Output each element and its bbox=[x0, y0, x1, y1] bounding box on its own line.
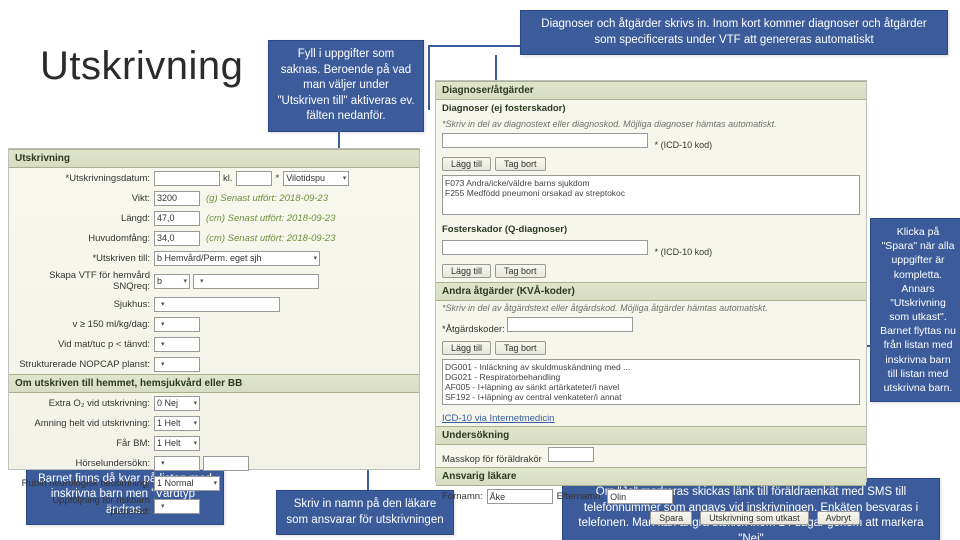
label-sjukhus: Sjukhus: bbox=[15, 299, 154, 310]
label-extra-o2: Extra O₂ vid utskrivning: bbox=[15, 398, 154, 409]
note-vikt: (g) Senast utfört: 2018-09-23 bbox=[206, 193, 328, 204]
select-vidmat[interactable] bbox=[154, 337, 200, 352]
undersokning-header: Undersökning bbox=[436, 426, 866, 445]
foster-header: Fosterskador (Q-diagnoser) bbox=[436, 221, 866, 238]
tag-bort-btn-1[interactable]: Tag bort bbox=[495, 157, 546, 171]
icd10-link[interactable]: ICD-10 via Internetmedicin bbox=[436, 411, 866, 426]
input-utsk-datum[interactable] bbox=[154, 171, 220, 186]
input-foster[interactable] bbox=[442, 240, 648, 255]
input-horsel-date[interactable] bbox=[203, 456, 249, 471]
label-nopcap: Strukturerade NOPCAP planst: bbox=[15, 359, 154, 370]
input-huvud[interactable]: 34,0 bbox=[154, 231, 200, 246]
label-langd: Längd: bbox=[15, 213, 154, 224]
atgard-list[interactable]: DG001 - Inläckning av skuldmuskändning m… bbox=[442, 359, 860, 405]
select-sjukhus[interactable] bbox=[154, 297, 280, 312]
masskop-lbl: Masskop för föräldrakör bbox=[442, 454, 542, 465]
page-title: Utskrivning bbox=[40, 44, 243, 89]
atgard-lbl: *Åtgärdskoder: bbox=[442, 324, 505, 335]
note-langd: (cm) Senast utfört: 2018-09-23 bbox=[206, 213, 335, 224]
diag-note: *Skriv in del av diagnostext eller diagn… bbox=[436, 117, 866, 131]
select-rubin[interactable]: 1 Normal bbox=[154, 476, 220, 491]
diag-ej-foster-header: Diagnoser (ej fosterskador) bbox=[436, 100, 866, 117]
fornamn-lbl: Förnamn: bbox=[442, 491, 483, 502]
input-diagnos[interactable] bbox=[442, 133, 648, 148]
diagnos-list-1[interactable]: F073 Andra/icke/väldre barns sjukdom F25… bbox=[442, 175, 860, 215]
select-horsel[interactable] bbox=[154, 456, 200, 471]
lagg-till-btn-3[interactable]: Lägg till bbox=[442, 341, 491, 355]
select-inskr-orsak[interactable] bbox=[193, 274, 319, 289]
label-skapa: Skapa VTF för hemvård SNQreq: bbox=[15, 270, 154, 292]
input-fornamn[interactable]: Åke bbox=[487, 489, 553, 504]
input-efternamn[interactable]: Olin bbox=[607, 489, 673, 504]
select-utskriven[interactable]: b Hemvård/Perm. eget sjh bbox=[154, 251, 320, 266]
utkast-button[interactable]: Utskrivning som utkast bbox=[700, 511, 809, 525]
spara-button[interactable]: Spara bbox=[650, 511, 692, 525]
input-utsk-time[interactable] bbox=[236, 171, 272, 186]
diagnoser-panel: Diagnoser/åtgärder Diagnoser (ej fosters… bbox=[435, 80, 867, 482]
lagg-till-btn-2[interactable]: Lägg till bbox=[442, 264, 491, 278]
icd-kod-label-2: * (ICD-10 kod) bbox=[655, 247, 713, 257]
andra-note: *Skriv in del av åtgärdstext eller åtgär… bbox=[436, 301, 866, 315]
label-v150: v ≥ 150 ml/kg/dag: bbox=[15, 319, 154, 330]
lagg-till-btn-1[interactable]: Lägg till bbox=[442, 157, 491, 171]
input-vikt[interactable]: 3200 bbox=[154, 191, 200, 206]
utskrivning-form-panel: Utskrivning *Utskrivningsdatum: kl. * Vi… bbox=[8, 148, 420, 470]
andra-atgarder-header: Andra åtgärder (KVÅ-koder) bbox=[436, 282, 866, 301]
ansvarig-header: Ansvarig läkare bbox=[436, 467, 866, 486]
left-sub-header: Om utskriven till hemmet, hemsjukvård el… bbox=[9, 374, 419, 393]
callout-center: Fyll i uppgifter som saknas. Beroende på… bbox=[268, 40, 424, 132]
label-far-bm: Får BM: bbox=[15, 438, 154, 449]
label-amning: Amning helt vid utskrivning: bbox=[15, 418, 154, 429]
label-horsel: Hörselundersökn: bbox=[15, 458, 154, 469]
tag-bort-btn-2[interactable]: Tag bort bbox=[495, 264, 546, 278]
select-skapa-vtf[interactable]: b bbox=[154, 274, 190, 289]
note-huvud: (cm) Senast utfört: 2018-09-23 bbox=[206, 233, 335, 244]
select-extra-o2[interactable]: 0 Nej bbox=[154, 396, 200, 411]
icd-kod-label: * (ICD-10 kod) bbox=[655, 140, 713, 150]
label-huvud: Huvudomfång: bbox=[15, 233, 154, 244]
select-uppf[interactable] bbox=[154, 499, 200, 514]
input-langd[interactable]: 47,0 bbox=[154, 211, 200, 226]
label-kl: kl. bbox=[223, 173, 233, 184]
label-utsk-datum: *Utskrivningsdatum: bbox=[15, 173, 154, 184]
tag-bort-btn-3[interactable]: Tag bort bbox=[495, 341, 546, 355]
label-rubin: Rubin neurologisk bedömning: bbox=[15, 478, 154, 489]
label-vikt: Vikt: bbox=[15, 193, 154, 204]
callout-right-side: Klicka på "Spara" när alla uppgifter är … bbox=[870, 218, 960, 402]
dropdown-vilotid[interactable]: Vilotidspu bbox=[283, 171, 349, 186]
label-vidmat: Vid mat/tuc p < tänvd: bbox=[15, 339, 154, 350]
callout-top-right: Diagnoser och åtgärder skrivs in. Inom k… bbox=[520, 10, 948, 55]
select-nopcap[interactable] bbox=[154, 357, 200, 372]
efternamn-lbl: Efternamn: bbox=[557, 491, 603, 502]
label-uppf: Uppföljning för riskbarn planerad: bbox=[15, 495, 154, 517]
left-header: Utskrivning bbox=[9, 149, 419, 168]
select-far-bm[interactable]: 1 Helt bbox=[154, 436, 200, 451]
input-atgard[interactable] bbox=[507, 317, 633, 332]
label-utskriven: *Utskriven till: bbox=[15, 253, 154, 264]
right-header: Diagnoser/åtgärder bbox=[436, 81, 866, 100]
select-amning[interactable]: 1 Helt bbox=[154, 416, 200, 431]
avbryt-button[interactable]: Avbryt bbox=[817, 511, 860, 525]
select-v150[interactable] bbox=[154, 317, 200, 332]
select-masskop[interactable] bbox=[548, 447, 594, 462]
